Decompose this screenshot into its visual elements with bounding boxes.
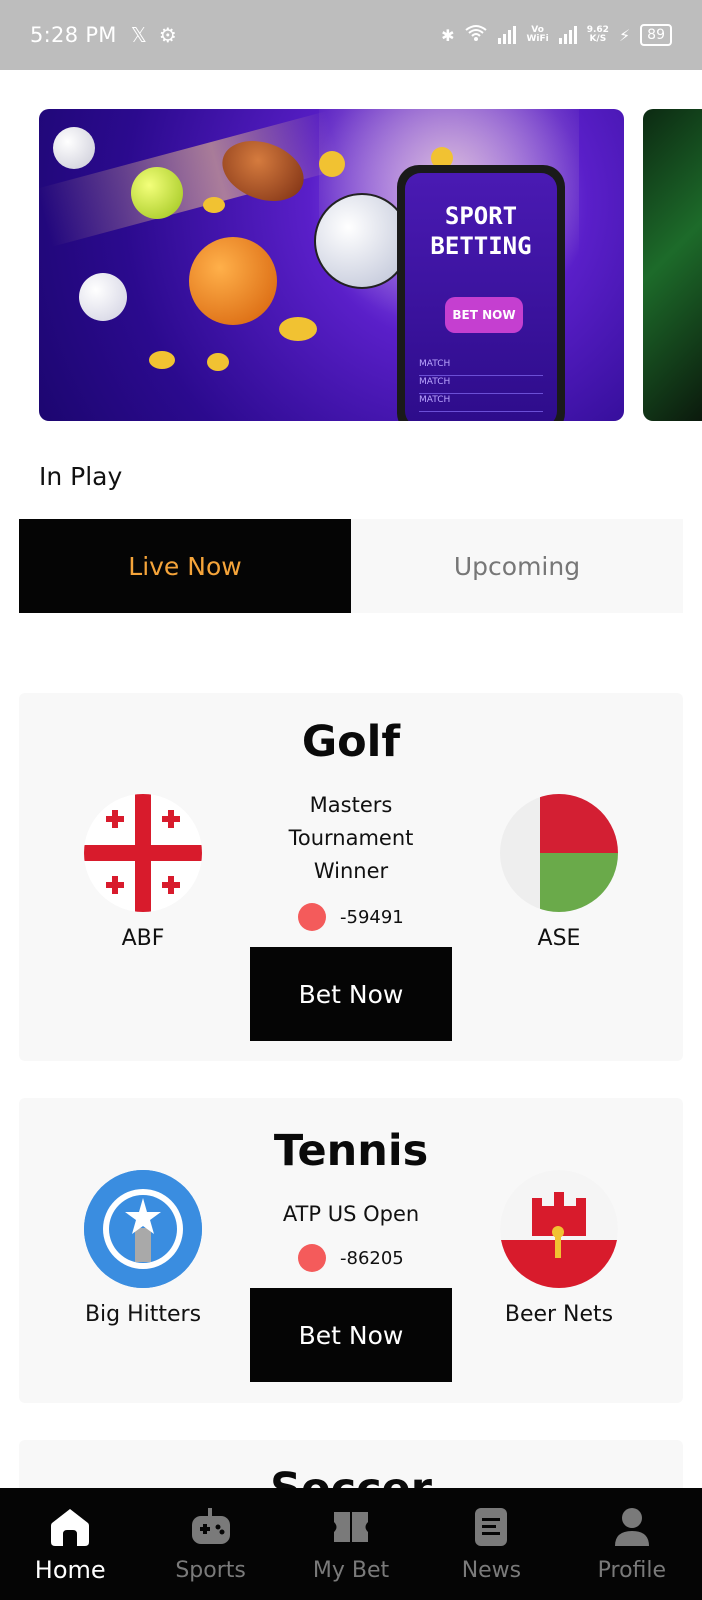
bet-now-button[interactable]: Bet Now	[250, 947, 452, 1041]
nav-label: Sports	[175, 1558, 246, 1583]
tab-live-now[interactable]: Live Now	[19, 519, 351, 613]
nav-label: Home	[34, 1556, 106, 1584]
phone-bet-button: BET NOW	[445, 297, 523, 333]
odds-value: -59491	[340, 906, 404, 928]
coin-icon	[279, 317, 317, 341]
bottom-nav: Home Sports My Bet News Profile	[0, 1488, 702, 1600]
nav-label: News	[461, 1558, 522, 1583]
live-dot-icon	[298, 1244, 326, 1272]
flag-icon	[500, 1170, 618, 1288]
tennis-ball-icon	[131, 167, 183, 219]
phone-title: SPORT BETTING	[430, 202, 532, 260]
bet-now-button[interactable]: Bet Now	[250, 1288, 452, 1382]
odds: -86205	[298, 1244, 404, 1272]
team-name: ASE	[537, 926, 581, 951]
flag-icon	[84, 794, 202, 912]
nav-sports[interactable]: Sports	[140, 1488, 280, 1600]
signal-icon	[498, 26, 517, 44]
team-right: ASE	[469, 794, 649, 951]
section-title-in-play: In Play	[39, 462, 123, 491]
flag-icon	[84, 1170, 202, 1288]
status-bar: 5:28 PM 𝕏 ⚙ ✱ Vo WiFi 9.62 K/S ⚡ 89	[0, 0, 702, 70]
soccer-ball-icon	[314, 193, 410, 289]
nav-label: My Bet	[312, 1558, 390, 1583]
status-time: 5:28 PM	[30, 23, 117, 47]
odds: -59491	[298, 903, 404, 931]
signal-icon	[558, 26, 577, 44]
team-right: Beer Nets	[469, 1170, 649, 1327]
in-play-tabs: Live Now Upcoming	[19, 519, 683, 613]
team-name: Big Hitters	[84, 1302, 202, 1327]
battery-indicator: 89	[640, 24, 672, 46]
coin-icon	[203, 197, 225, 213]
live-dot-icon	[298, 903, 326, 931]
settings-icon: ⚙	[158, 23, 177, 47]
bluetooth-icon: ✱	[441, 25, 455, 45]
team-left: ABF	[53, 794, 233, 951]
nav-profile[interactable]: Profile	[562, 1488, 702, 1600]
profile-icon	[611, 1506, 653, 1548]
promo-banner-next[interactable]	[643, 109, 702, 421]
charging-icon: ⚡	[618, 25, 631, 45]
nav-news[interactable]: News	[421, 1488, 561, 1600]
coin-icon	[207, 353, 229, 371]
wifi-icon	[464, 24, 488, 46]
news-icon	[470, 1506, 512, 1548]
home-icon	[49, 1506, 91, 1548]
coin-icon	[149, 351, 175, 369]
nav-home[interactable]: Home	[0, 1488, 140, 1600]
event-name: ATP US Open	[282, 1202, 420, 1226]
vowifi-icon: Vo WiFi	[526, 25, 549, 44]
event-name: Masters Tournament Winner	[288, 793, 414, 883]
tab-upcoming[interactable]: Upcoming	[351, 519, 683, 613]
x-icon: 𝕏	[130, 23, 147, 47]
sport-title: Golf	[301, 717, 401, 767]
team-name: ABF	[121, 926, 165, 951]
baseball-icon	[79, 273, 127, 321]
phone-illustration: SPORT BETTING BET NOW MATCH MATCH MATCH	[397, 165, 565, 421]
odds-value: -86205	[340, 1247, 404, 1269]
match-card: Tennis Big Hitters ATP US Open -86205 Be…	[19, 1098, 683, 1403]
phone-row: MATCH	[419, 395, 543, 412]
phone-row: MATCH	[419, 377, 543, 394]
team-left: Big Hitters	[53, 1170, 233, 1327]
nav-my-bet[interactable]: My Bet	[281, 1488, 421, 1600]
flag-icon	[500, 794, 618, 912]
basketball-icon	[189, 237, 277, 325]
coin-icon	[319, 151, 345, 177]
baseball-icon	[53, 127, 95, 169]
team-name: Beer Nets	[504, 1302, 614, 1327]
sport-title: Tennis	[273, 1126, 429, 1176]
nav-label: Profile	[597, 1558, 667, 1583]
network-speed: 9.62 K/S	[586, 25, 609, 44]
match-card: Golf ABF Masters Tournament Winner -5949…	[19, 693, 683, 1061]
ticket-icon	[330, 1506, 372, 1548]
promo-banner[interactable]: SPORT BETTING BET NOW MATCH MATCH MATCH	[39, 109, 624, 421]
phone-row: MATCH	[419, 359, 543, 376]
gamepad-icon	[190, 1506, 232, 1548]
